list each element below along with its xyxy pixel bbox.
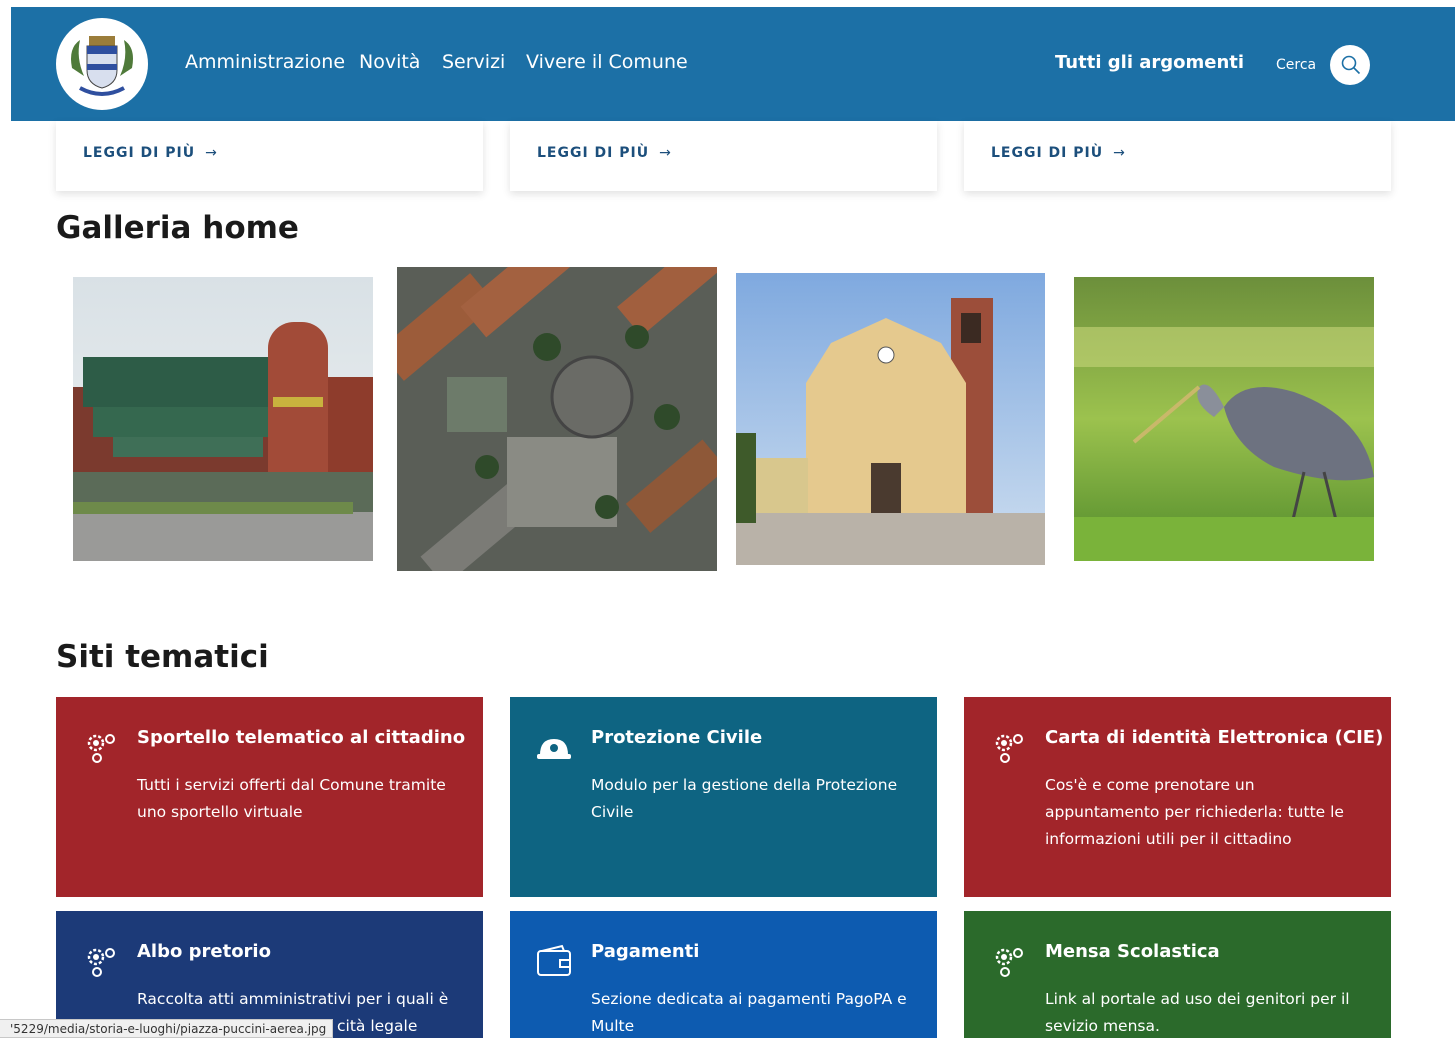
read-more-link[interactable]: LEGGI DI PIÙ → — [537, 145, 672, 161]
nav-servizi[interactable]: Servizi — [442, 51, 505, 73]
tile-title[interactable]: Protezione Civile — [591, 727, 762, 748]
municipal-logo[interactable] — [56, 18, 148, 110]
church-photo[interactable] — [736, 273, 1045, 565]
nav-amministrazione[interactable]: Amministrazione — [185, 51, 345, 73]
arrow-right-icon: → — [659, 145, 672, 161]
tile-description: Modulo per la gestione della Protezione … — [591, 776, 898, 821]
municipal-building-photo[interactable] — [73, 277, 373, 561]
gears-icon — [82, 943, 118, 979]
heron-photo[interactable] — [1074, 277, 1374, 561]
gears-icon — [990, 943, 1026, 979]
tile-pagamenti[interactable]: Pagamenti Sezione dedicata ai pagamenti … — [510, 911, 937, 1038]
tile-description: Cos'è e come prenotare un appuntamento p… — [1045, 776, 1344, 848]
helmet-icon — [536, 729, 572, 765]
search-icon — [1340, 54, 1362, 80]
gears-icon — [990, 729, 1026, 765]
wallet-icon — [536, 943, 572, 979]
search-button[interactable] — [1330, 45, 1370, 85]
tile-sportello-telematico[interactable]: Sportello telematico al cittadino Tutti … — [56, 697, 483, 897]
site-header: Amministrazione Novità Servizi Vivere il… — [11, 7, 1455, 121]
tile-description: Sezione dedicata ai pagamenti PagoPA e M… — [591, 990, 907, 1035]
nav-novita[interactable]: Novità — [359, 51, 420, 73]
news-card: LEGGI DI PIÙ → — [510, 121, 937, 191]
tile-description: Link al portale ad uso dei genitori per … — [1045, 990, 1350, 1035]
tile-carta-identita[interactable]: Carta di identità Elettronica (CIE) Cos'… — [964, 697, 1391, 897]
arrow-right-icon: → — [205, 145, 218, 161]
read-more-link[interactable]: LEGGI DI PIÙ → — [991, 145, 1126, 161]
all-topics-link[interactable]: Tutti gli argomenti — [1055, 52, 1244, 73]
news-card: LEGGI DI PIÙ → — [56, 121, 483, 191]
tile-description: Tutti i servizi offerti dal Comune trami… — [137, 776, 446, 821]
browser-status-bar: '5229/media/storia-e-luoghi/piazza-pucci… — [0, 1019, 334, 1038]
aerial-square-photo[interactable] — [397, 267, 717, 571]
search-label[interactable]: Cerca — [1276, 57, 1316, 73]
tile-title[interactable]: Sportello telematico al cittadino — [137, 727, 465, 748]
tile-title[interactable]: Albo pretorio — [137, 941, 271, 962]
tile-description: Raccolta atti amministrativi per i quali… — [137, 990, 449, 1008]
news-card: LEGGI DI PIÙ → — [964, 121, 1391, 191]
tile-description-continued: cità legale — [337, 1017, 418, 1035]
nav-vivere-il-comune[interactable]: Vivere il Comune — [526, 51, 688, 73]
tile-title[interactable]: Pagamenti — [591, 941, 699, 962]
tile-title[interactable]: Mensa Scolastica — [1045, 941, 1220, 962]
gallery-title: Galleria home — [56, 210, 299, 246]
themed-sites-title: Siti tematici — [56, 639, 269, 675]
gears-icon — [82, 729, 118, 765]
tile-title[interactable]: Carta di identità Elettronica (CIE) — [1045, 727, 1383, 748]
tile-mensa-scolastica[interactable]: Mensa Scolastica Link al portale ad uso … — [964, 911, 1391, 1038]
arrow-right-icon: → — [1113, 145, 1126, 161]
read-more-link[interactable]: LEGGI DI PIÙ → — [83, 145, 218, 161]
tile-protezione-civile[interactable]: Protezione Civile Modulo per la gestione… — [510, 697, 937, 897]
